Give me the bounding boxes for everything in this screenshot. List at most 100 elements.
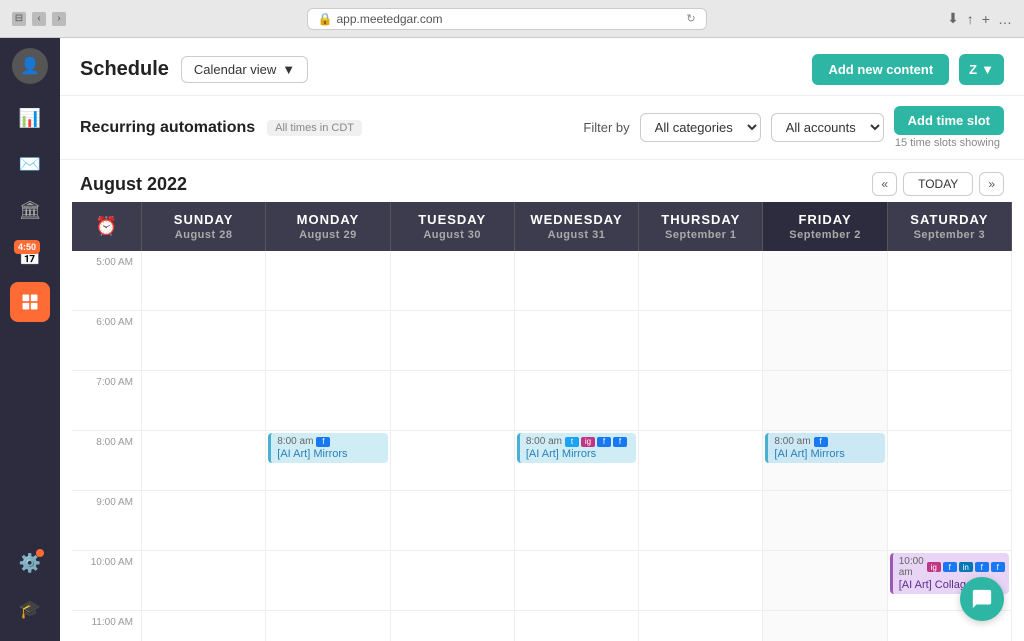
download-icon[interactable]: ⬇ (947, 10, 959, 27)
cell-sat-8am[interactable] (888, 431, 1012, 491)
cell-fri-6am[interactable] (763, 311, 887, 371)
sidebar: 👤 📊 ✉️ 🏛 4:50 📅 ⚙️ 🎓 (0, 0, 60, 641)
cell-mon-8am[interactable]: 8:00 am f [AI Art] Mirrors (266, 431, 390, 491)
cell-tue-11am[interactable] (391, 611, 515, 641)
cell-sun-11am[interactable] (142, 611, 266, 641)
cell-tue-7am[interactable] (391, 371, 515, 431)
day-header-sunday: SUNDAY August 28 (142, 202, 266, 251)
new-tab-icon[interactable]: + (982, 10, 990, 27)
cell-wed-11am[interactable] (515, 611, 639, 641)
cell-thu-10am[interactable] (639, 551, 763, 611)
cell-thu-9am[interactable] (639, 491, 763, 551)
chat-button[interactable] (960, 577, 1004, 621)
address-bar[interactable]: 🔒 app.meetedgar.com ↻ (307, 8, 707, 30)
cell-thu-8am[interactable] (639, 431, 763, 491)
category-filter[interactable]: All categories (640, 113, 761, 142)
next-next-button[interactable]: » (979, 172, 1004, 196)
day-name-sunday: SUNDAY (146, 212, 261, 227)
cell-mon-11am[interactable] (266, 611, 390, 641)
cell-sun-9am[interactable] (142, 491, 266, 551)
sidebar-item-alerts[interactable]: ⚙️ (10, 543, 50, 583)
day-date-wednesday: August 31 (519, 229, 634, 241)
cell-mon-10am[interactable] (266, 551, 390, 611)
cell-tue-9am[interactable] (391, 491, 515, 551)
ellipsis-icon[interactable]: … (998, 10, 1012, 27)
cell-thu-6am[interactable] (639, 311, 763, 371)
time-9am: 9:00 AM (72, 491, 142, 551)
view-selector-dropdown[interactable]: Calendar view ▼ (181, 56, 308, 83)
automations-bar: Recurring automations All times in CDT F… (60, 96, 1024, 160)
back-btn[interactable]: ‹ (32, 12, 46, 26)
sidebar-item-time[interactable]: 4:50 📅 (10, 236, 50, 276)
cell-thu-5am[interactable] (639, 251, 763, 311)
prev-prev-button[interactable]: « (872, 172, 897, 196)
day-header-saturday: SATURDAY September 3 (888, 202, 1012, 251)
event-wed-mirrors[interactable]: 8:00 am t ig f f [AI Art] Mirrors (517, 433, 636, 463)
cell-sun-7am[interactable] (142, 371, 266, 431)
event-fri-mirrors[interactable]: 8:00 am f [AI Art] Mirrors (765, 433, 884, 463)
app-logo[interactable]: 👤 (12, 48, 48, 84)
cell-wed-6am[interactable] (515, 311, 639, 371)
cell-mon-9am[interactable] (266, 491, 390, 551)
cell-fri-11am[interactable] (763, 611, 887, 641)
cell-wed-9am[interactable] (515, 491, 639, 551)
cell-fri-7am[interactable] (763, 371, 887, 431)
cell-wed-10am[interactable] (515, 551, 639, 611)
cell-thu-11am[interactable] (639, 611, 763, 641)
cell-mon-7am[interactable] (266, 371, 390, 431)
today-button[interactable]: TODAY (903, 172, 973, 196)
sidebar-item-inbox[interactable]: ✉️ (10, 144, 50, 184)
cell-mon-5am[interactable] (266, 251, 390, 311)
cell-thu-7am[interactable] (639, 371, 763, 431)
cell-fri-9am[interactable] (763, 491, 887, 551)
cell-fri-8am[interactable]: 8:00 am f [AI Art] Mirrors (763, 431, 887, 491)
day-header-friday: FRIDAY September 2 (763, 202, 887, 251)
forward-btn[interactable]: › (52, 12, 66, 26)
cell-sun-5am[interactable] (142, 251, 266, 311)
sidebar-toggle-btn[interactable]: ⊟ (12, 12, 26, 26)
sidebar-item-library[interactable]: 🏛 (10, 190, 50, 230)
user-menu-button[interactable]: Z ▼ (959, 54, 1004, 85)
day-date-friday: September 2 (767, 229, 882, 241)
sidebar-item-schedule[interactable] (10, 282, 50, 322)
cell-fri-5am[interactable] (763, 251, 887, 311)
cell-sat-5am[interactable] (888, 251, 1012, 311)
time-10am: 10:00 AM (72, 551, 142, 611)
share-icon[interactable]: ↑ (967, 10, 974, 27)
day-name-saturday: SATURDAY (892, 212, 1007, 227)
calendar-grid: ⏰ SUNDAY August 28 MONDAY August 29 TUES… (72, 202, 1012, 641)
time-7am: 7:00 AM (72, 371, 142, 431)
cell-tue-8am[interactable] (391, 431, 515, 491)
cell-sat-9am[interactable] (888, 491, 1012, 551)
cell-wed-7am[interactable] (515, 371, 639, 431)
sidebar-item-graduation[interactable]: 🎓 (10, 589, 50, 629)
cell-tue-5am[interactable] (391, 251, 515, 311)
time-11am: 11:00 AM (72, 611, 142, 641)
cell-sun-6am[interactable] (142, 311, 266, 371)
cell-wed-8am[interactable]: 8:00 am t ig f f [AI Art] Mirrors (515, 431, 639, 491)
sidebar-bottom: ⚙️ 🎓 (10, 543, 50, 629)
account-filter[interactable]: All accounts (771, 113, 884, 142)
sidebar-item-chart[interactable]: 📊 (10, 98, 50, 138)
cell-sat-6am[interactable] (888, 311, 1012, 371)
cell-mon-6am[interactable] (266, 311, 390, 371)
timezone-badge: All times in CDT (267, 120, 362, 136)
add-new-content-button[interactable]: Add new content (812, 54, 949, 85)
cell-wed-5am[interactable] (515, 251, 639, 311)
cell-fri-10am[interactable] (763, 551, 887, 611)
chevron-down-icon: ▼ (282, 62, 295, 77)
add-time-slot-button[interactable]: Add time slot (894, 106, 1004, 135)
cell-tue-10am[interactable] (391, 551, 515, 611)
event-mon-mirrors-icons: f (316, 437, 330, 447)
cell-tue-6am[interactable] (391, 311, 515, 371)
calendar-wrapper: ⏰ SUNDAY August 28 MONDAY August 29 TUES… (60, 202, 1024, 641)
cell-sat-7am[interactable] (888, 371, 1012, 431)
day-date-tuesday: August 30 (395, 229, 510, 241)
cell-sun-10am[interactable] (142, 551, 266, 611)
facebook-icon: f (316, 437, 330, 447)
browser-controls: ⊟ ‹ › (12, 12, 66, 26)
ig-icon-sat: ig (927, 562, 941, 572)
cell-sun-8am[interactable] (142, 431, 266, 491)
day-name-wednesday: WEDNESDAY (519, 212, 634, 227)
event-mon-mirrors[interactable]: 8:00 am f [AI Art] Mirrors (268, 433, 387, 463)
